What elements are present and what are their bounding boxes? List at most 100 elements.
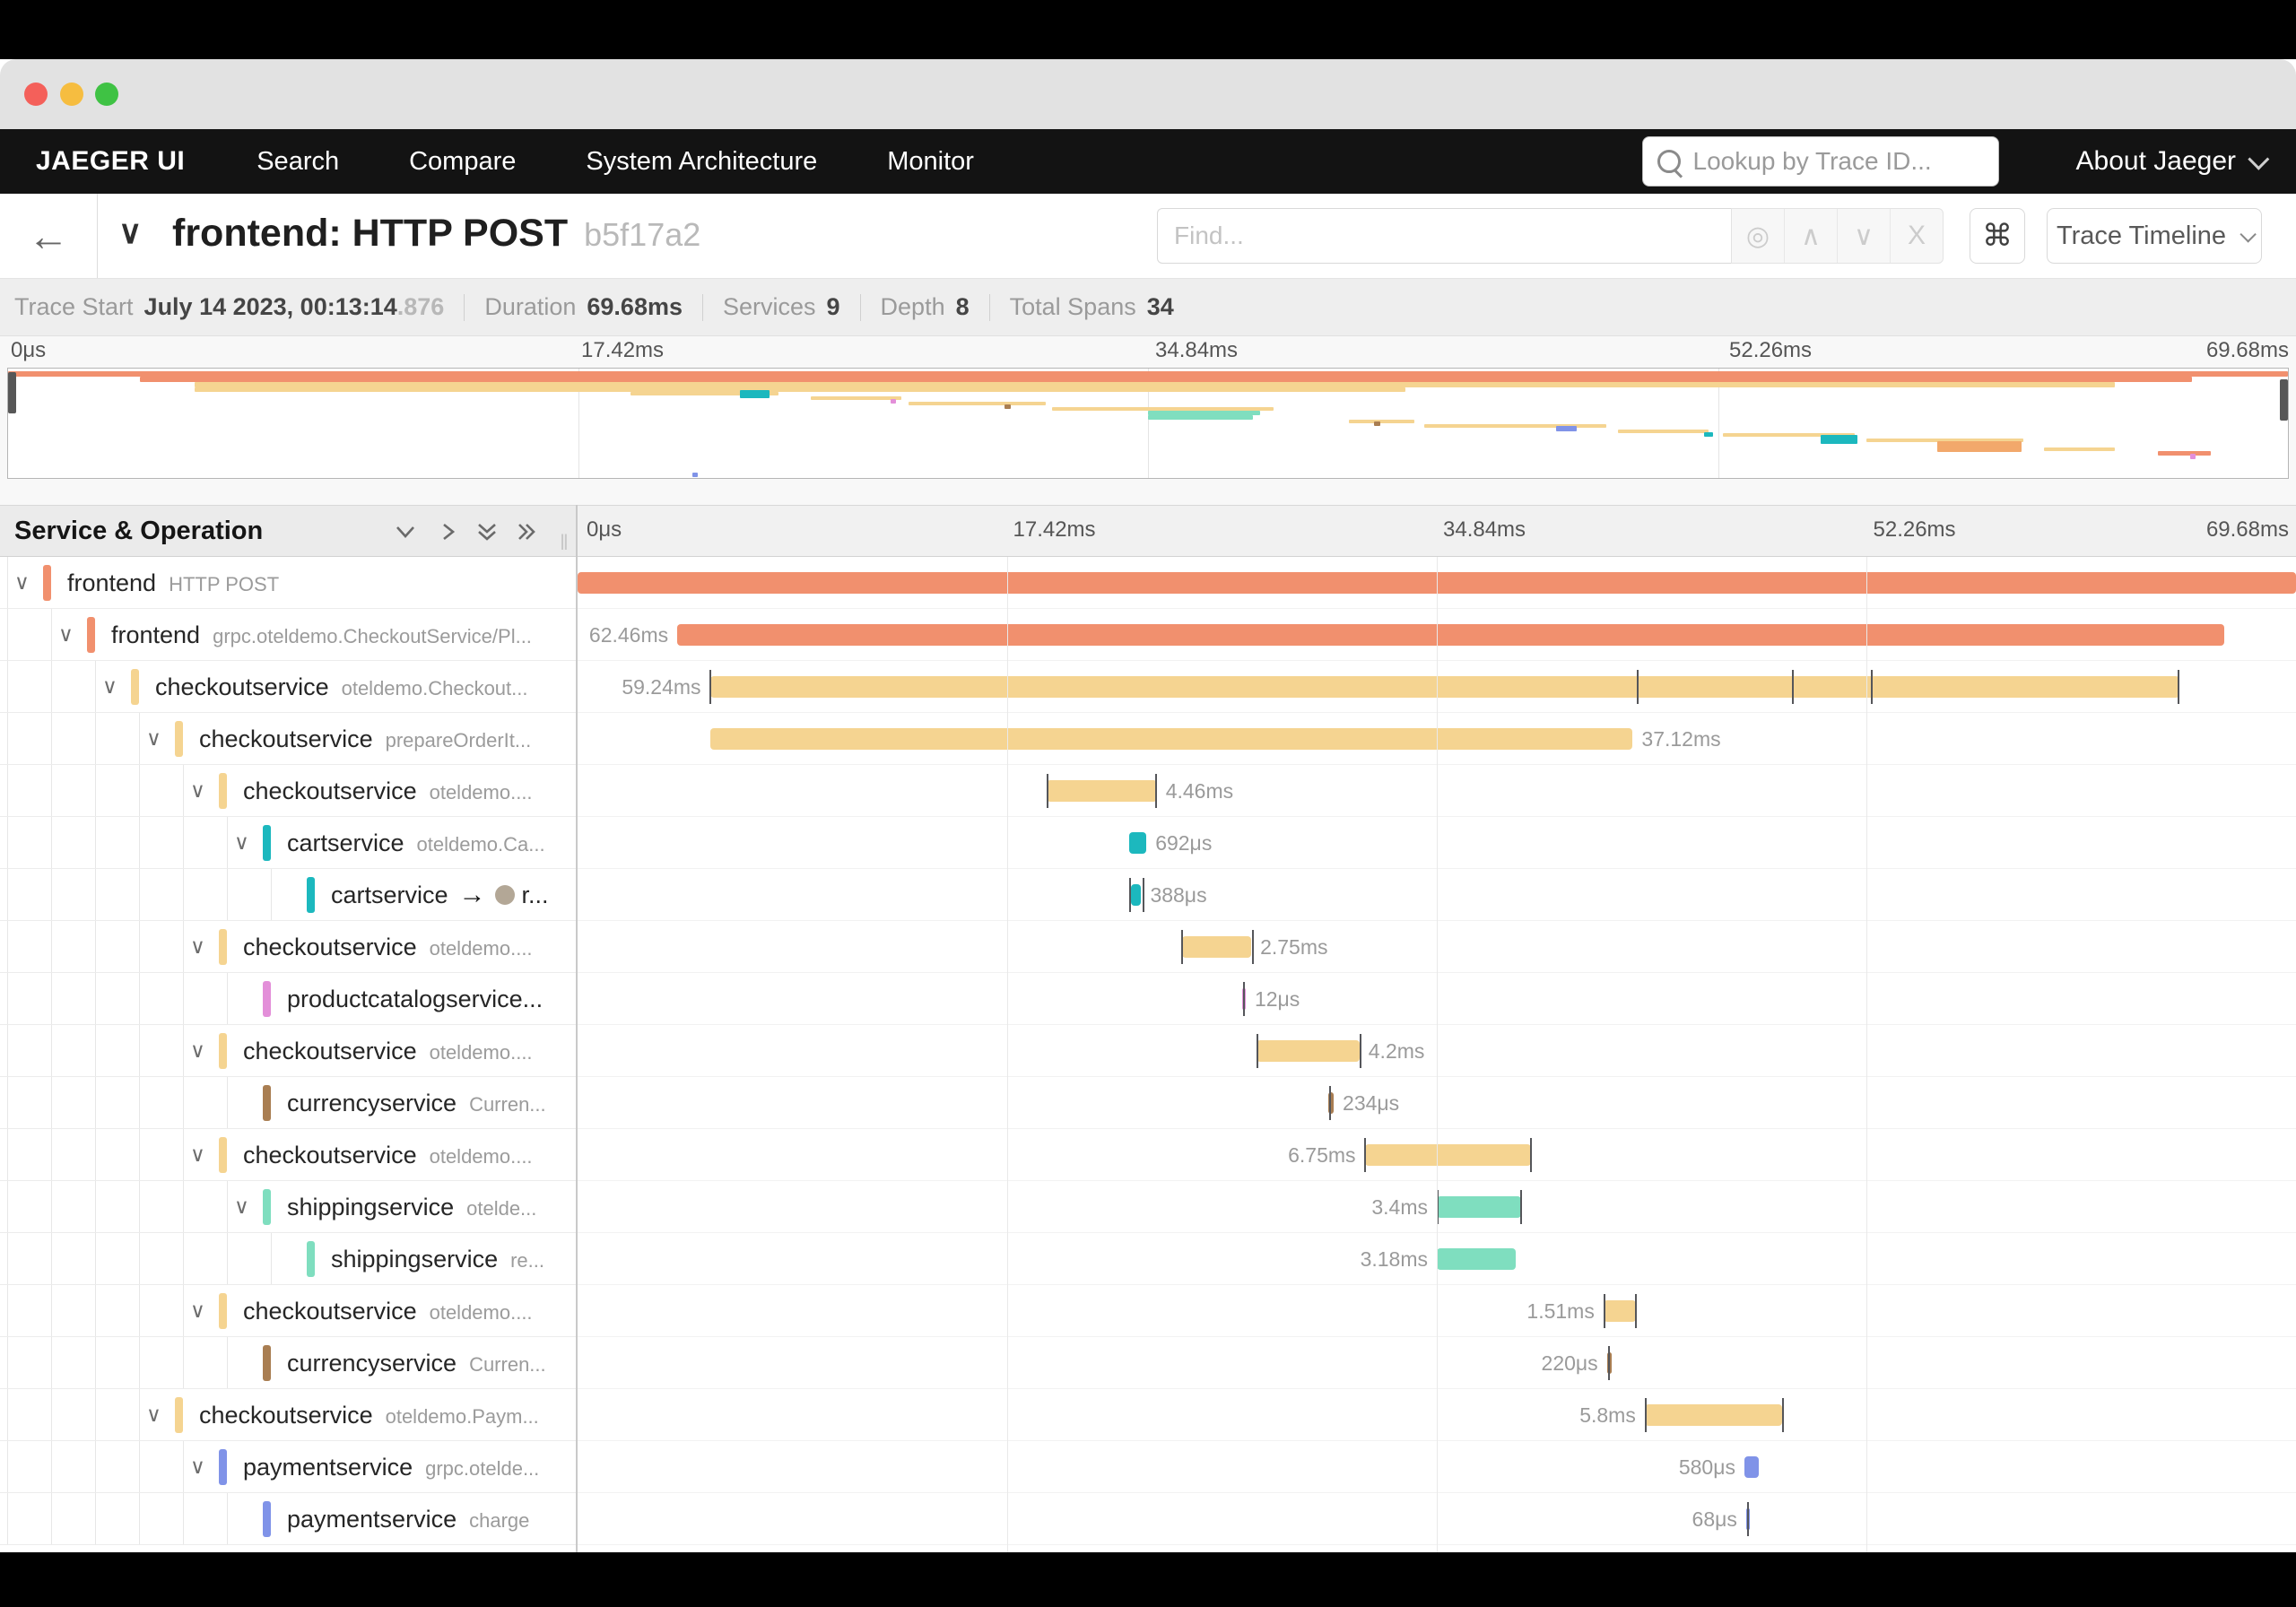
span-name-cell[interactable]: ∨checkoutserviceoteldemo.... bbox=[0, 1025, 576, 1077]
span-expand-chevron-icon[interactable]: ∨ bbox=[190, 1142, 205, 1167]
span-name-cell[interactable]: cartservice→r... bbox=[0, 869, 576, 921]
back-button[interactable]: ← bbox=[0, 194, 98, 278]
span-bar-cell[interactable]: 3.4ms bbox=[578, 1181, 2296, 1233]
trace-collapse-chevron-icon[interactable]: ∨ bbox=[118, 213, 142, 251]
span-expand-chevron-icon[interactable]: ∨ bbox=[146, 726, 161, 751]
minimap-canvas[interactable] bbox=[7, 368, 2289, 479]
trace-id-lookup-input[interactable]: Lookup by Trace ID... bbox=[1642, 136, 1999, 187]
span-expand-chevron-icon[interactable]: ∨ bbox=[234, 830, 249, 855]
clear-find-icon[interactable]: X bbox=[1890, 209, 1943, 263]
span-name-cell[interactable]: ∨paymentservicegrpc.otelde... bbox=[0, 1441, 576, 1493]
span-expand-chevron-icon[interactable]: ∨ bbox=[234, 1194, 249, 1219]
span-duration-bar[interactable] bbox=[677, 624, 2223, 646]
span-duration-bar[interactable] bbox=[1131, 884, 1141, 906]
span-expand-chevron-icon[interactable]: ∨ bbox=[190, 1455, 205, 1479]
span-bar-cell[interactable]: 388μs bbox=[578, 869, 2296, 921]
span-bar-cell[interactable]: 3.18ms bbox=[578, 1233, 2296, 1285]
span-bar-cell[interactable]: 2.75ms bbox=[578, 921, 2296, 973]
span-name-cell[interactable]: ∨cartserviceoteldemo.Ca... bbox=[0, 817, 576, 869]
span-duration-bar[interactable] bbox=[1645, 1404, 1782, 1426]
span-bar-cell[interactable]: 37.12ms bbox=[578, 713, 2296, 765]
collapse-all-icon[interactable] bbox=[474, 520, 500, 550]
trace-meta-bar: Trace StartJuly 14 2023, 00:13:14.876Dur… bbox=[0, 279, 2296, 336]
collapse-one-icon[interactable] bbox=[392, 520, 419, 548]
span-bar-cell[interactable]: 234μs bbox=[578, 1077, 2296, 1129]
span-name-cell[interactable]: shippingservicere... bbox=[0, 1233, 576, 1285]
span-name-cell[interactable]: ∨checkoutserviceoteldemo.... bbox=[0, 765, 576, 817]
find-input[interactable]: Find... bbox=[1157, 208, 1731, 264]
span-boundary-tick bbox=[1129, 878, 1131, 912]
keyboard-shortcuts-button[interactable]: ⌘ bbox=[1970, 208, 2025, 264]
span-name-cell[interactable]: ∨checkoutserviceoteldemo.... bbox=[0, 1285, 576, 1337]
span-bar-cell[interactable]: 5.8ms bbox=[578, 1389, 2296, 1441]
span-bar-cell[interactable]: 692μs bbox=[578, 817, 2296, 869]
span-name-cell[interactable]: ∨checkoutserviceoteldemo.... bbox=[0, 1129, 576, 1181]
nav-item-system-architecture[interactable]: System Architecture bbox=[586, 147, 817, 177]
span-duration-bar[interactable] bbox=[1437, 1248, 1516, 1270]
span-duration-bar[interactable] bbox=[1129, 832, 1146, 854]
span-name-cell[interactable]: paymentservicecharge bbox=[0, 1493, 576, 1545]
nav-item-search[interactable]: Search bbox=[257, 147, 339, 177]
span-expand-chevron-icon[interactable]: ∨ bbox=[102, 674, 117, 699]
span-duration-bar[interactable] bbox=[1437, 1196, 1521, 1218]
span-bar-cell[interactable] bbox=[578, 557, 2296, 609]
span-name-cell[interactable]: ∨checkoutserviceoteldemo.Checkout... bbox=[0, 661, 576, 713]
panel-resizer-handle[interactable]: ‖ bbox=[560, 531, 570, 556]
span-bar-cell[interactable]: 4.2ms bbox=[578, 1025, 2296, 1077]
span-bar-cell[interactable]: 6.75ms bbox=[578, 1129, 2296, 1181]
span-bar-cell[interactable]: 59.24ms bbox=[578, 661, 2296, 713]
trace-view-selector[interactable]: Trace Timeline bbox=[2047, 208, 2262, 264]
span-name-cell[interactable]: ∨checkoutserviceoteldemo.Paym... bbox=[0, 1389, 576, 1441]
span-expand-chevron-icon[interactable]: ∨ bbox=[190, 1299, 205, 1323]
minimap-span-bar bbox=[2158, 451, 2210, 456]
span-duration-bar[interactable] bbox=[1047, 780, 1157, 802]
span-duration-bar[interactable] bbox=[1604, 1300, 1636, 1322]
span-bar-cell[interactable]: 4.46ms bbox=[578, 765, 2296, 817]
span-expand-chevron-icon[interactable]: ∨ bbox=[58, 622, 74, 647]
span-expand-chevron-icon[interactable]: ∨ bbox=[190, 778, 205, 803]
span-expand-chevron-icon[interactable]: ∨ bbox=[146, 1403, 161, 1427]
span-bar-cell[interactable]: 68μs bbox=[578, 1493, 2296, 1545]
window-minimize-button[interactable] bbox=[60, 83, 83, 106]
service-color-chip bbox=[87, 617, 95, 653]
about-jaeger-menu[interactable]: About Jaeger bbox=[2076, 146, 2264, 177]
span-name-cell[interactable]: ∨shippingserviceotelde... bbox=[0, 1181, 576, 1233]
window-zoom-button[interactable] bbox=[95, 83, 118, 106]
window-close-button[interactable] bbox=[24, 83, 48, 106]
span-name-cell[interactable]: currencyserviceCurren... bbox=[0, 1337, 576, 1389]
nav-item-compare[interactable]: Compare bbox=[409, 147, 516, 177]
span-expand-chevron-icon[interactable]: ∨ bbox=[190, 1038, 205, 1063]
span-name-cell[interactable]: ∨checkoutserviceprepareOrderIt... bbox=[0, 713, 576, 765]
minimap-range-handle-right[interactable] bbox=[2280, 379, 2288, 421]
panel-divider[interactable] bbox=[576, 505, 578, 1552]
span-expand-chevron-icon[interactable]: ∨ bbox=[190, 934, 205, 959]
span-duration-bar[interactable] bbox=[1744, 1456, 1759, 1478]
focus-match-icon[interactable]: ◎ bbox=[1732, 209, 1784, 263]
span-bar-cell[interactable]: 12μs bbox=[578, 973, 2296, 1025]
span-bar-cell[interactable]: 1.51ms bbox=[578, 1285, 2296, 1337]
span-expand-chevron-icon[interactable]: ∨ bbox=[14, 570, 30, 595]
indent-guide bbox=[7, 1129, 8, 1180]
span-name-cell[interactable]: ∨frontendgrpc.oteldemo.CheckoutService/P… bbox=[0, 609, 576, 661]
span-name-cell[interactable]: productcatalogservice... bbox=[0, 973, 576, 1025]
minimap-range-handle-left[interactable] bbox=[8, 372, 16, 413]
span-duration-bar[interactable] bbox=[578, 572, 2296, 594]
expand-all-icon[interactable] bbox=[513, 520, 540, 550]
span-duration-bar[interactable] bbox=[710, 728, 1633, 750]
expand-one-icon[interactable] bbox=[437, 520, 460, 548]
previous-match-icon[interactable]: ∧ bbox=[1784, 209, 1837, 263]
jaeger-logo[interactable]: JAEGER UI bbox=[36, 146, 185, 177]
span-duration-bar[interactable] bbox=[1182, 936, 1251, 958]
span-bar-cell[interactable]: 220μs bbox=[578, 1337, 2296, 1389]
span-name-cell[interactable]: ∨checkoutserviceoteldemo.... bbox=[0, 921, 576, 973]
span-bar-cell[interactable]: 580μs bbox=[578, 1441, 2296, 1493]
span-bar-cell[interactable]: 62.46ms bbox=[578, 609, 2296, 661]
span-name-cell[interactable]: currencyserviceCurren... bbox=[0, 1077, 576, 1129]
span-name-cell[interactable]: ∨frontendHTTP POST bbox=[0, 557, 576, 609]
axis-tick-label: 52.26ms bbox=[1874, 517, 1956, 543]
span-duration-bar[interactable] bbox=[710, 676, 2179, 698]
span-duration-bar[interactable] bbox=[1365, 1144, 1532, 1166]
nav-item-monitor[interactable]: Monitor bbox=[887, 147, 974, 177]
next-match-icon[interactable]: ∨ bbox=[1837, 209, 1890, 263]
span-duration-bar[interactable] bbox=[1257, 1040, 1360, 1062]
